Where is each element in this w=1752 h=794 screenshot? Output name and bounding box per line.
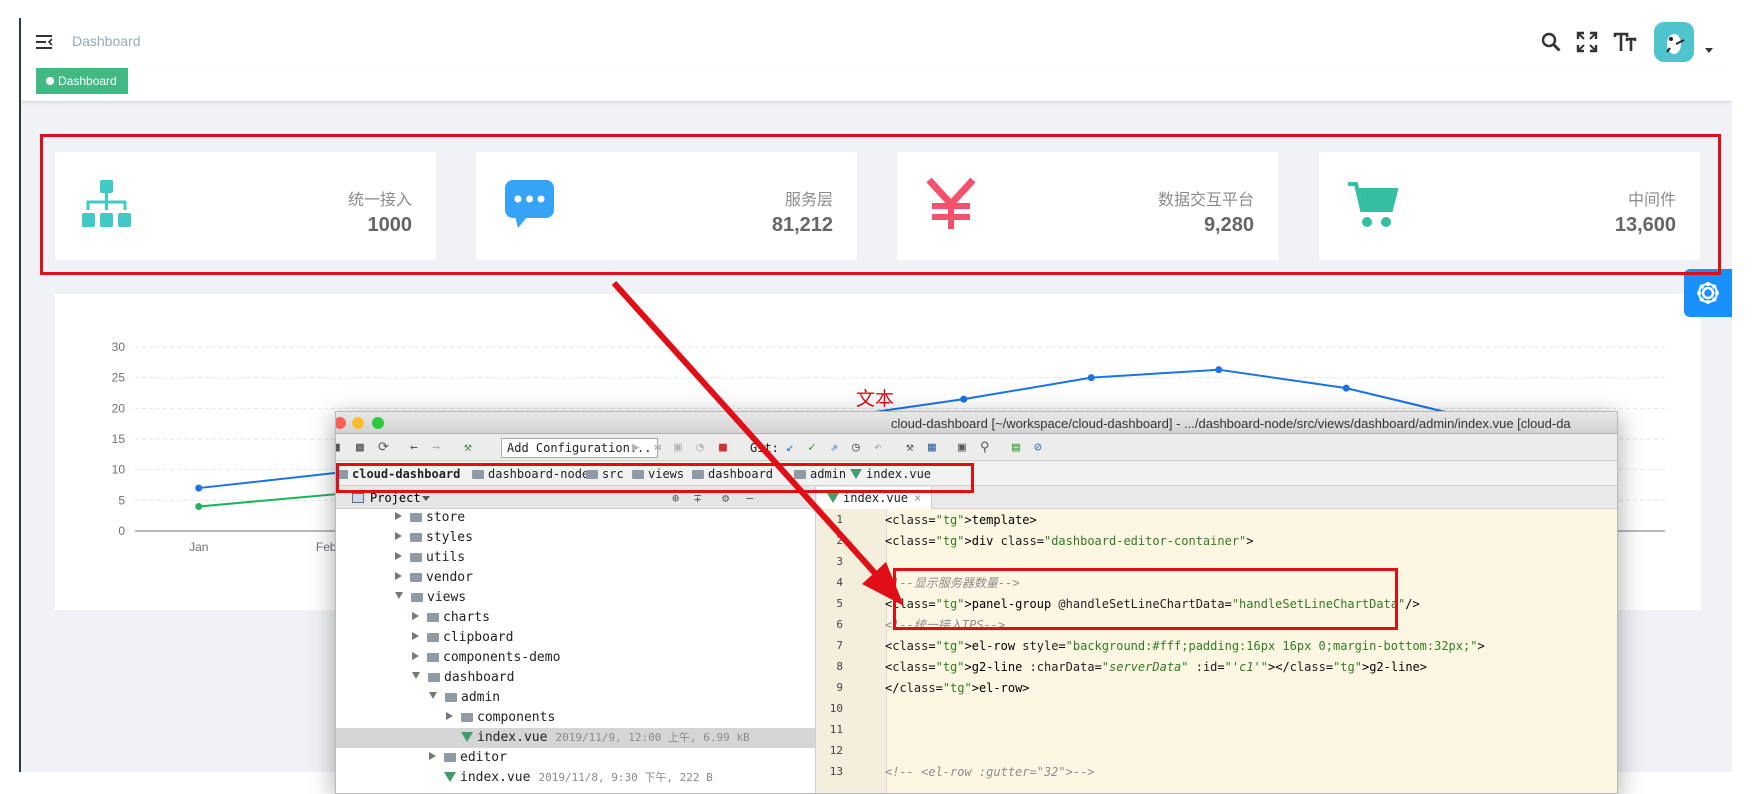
- screenshot: Dashboard Dashboard 统一接入 1000 服务层 81,212…: [0, 0, 1752, 794]
- annotation-arrow: [611, 280, 904, 606]
